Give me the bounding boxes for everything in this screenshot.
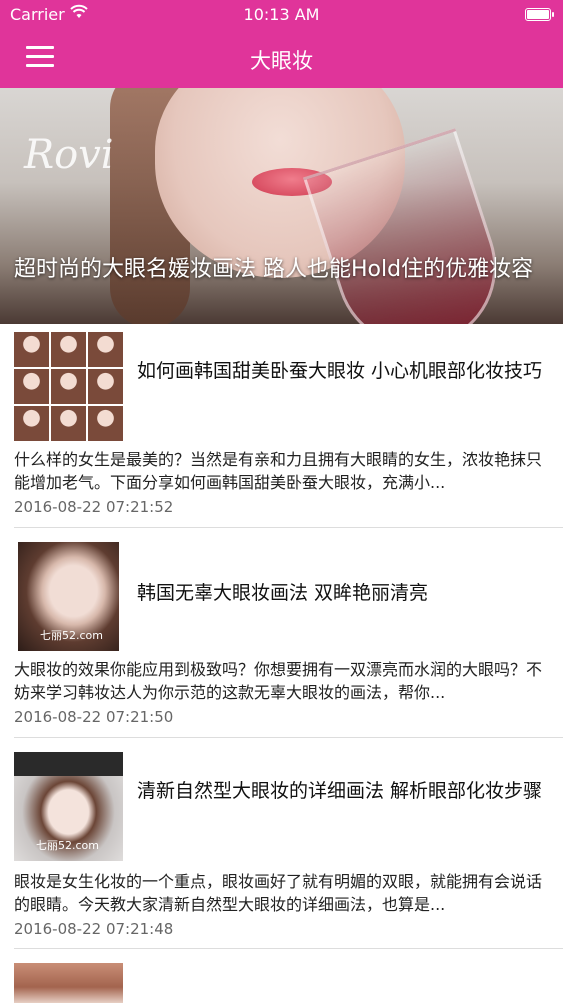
article-summary: 眼妆是女生化妆的一个重点，眼妆画好了就有明媚的双眼，就能拥有会说话的眼睛。今天教… <box>14 872 543 914</box>
list-item[interactable]: 七丽52.com 清新自然型大眼妆的详细画法 解析眼部化妆步骤 眼妆是女生化妆的… <box>0 738 563 949</box>
thumbnail-watermark: 七丽52.com <box>40 629 103 642</box>
battery-icon <box>525 8 554 21</box>
list-item[interactable]: 七丽52.com 韩国无辜大眼妆画法 双眸艳丽清亮 大眼妆的效果你能应用到极致吗… <box>0 528 563 738</box>
article-thumbnail <box>14 963 123 1003</box>
list-item[interactable] <box>0 949 563 1003</box>
nav-bar: 大眼妆 <box>0 30 563 88</box>
status-time: 10:13 AM <box>243 5 320 24</box>
list-item[interactable]: 如何画韩国甜美卧蚕大眼妆 小心机眼部化妆技巧 什么样的女生是最美的？当然是有亲和… <box>0 324 563 528</box>
article-summary: 大眼妆的效果你能应用到极致吗？你想要拥有一双漂亮而水润的大眼吗？不妨来学习韩妆达… <box>14 660 543 702</box>
article-date: 2016-08-22 07:21:50 <box>14 708 174 726</box>
article-date: 2016-08-22 07:21:48 <box>14 920 174 938</box>
hero-banner[interactable]: Rovi 超时尚的大眼名媛妆画法 路人也能Hold住的优雅妆容 <box>0 88 563 324</box>
article-title[interactable]: 如何画韩国甜美卧蚕大眼妆 小心机眼部化妆技巧 <box>137 358 552 385</box>
article-title[interactable]: 韩国无辜大眼妆画法 双眸艳丽清亮 <box>137 580 552 607</box>
article-thumbnail: 七丽52.com <box>18 542 119 651</box>
hero-caption[interactable]: 超时尚的大眼名媛妆画法 路人也能Hold住的优雅妆容 <box>14 256 554 284</box>
article-date: 2016-08-22 07:21:52 <box>14 498 174 516</box>
article-summary: 什么样的女生是最美的？当然是有亲和力且拥有大眼睛的女生，浓妆艳抹只能增加老气。下… <box>14 450 543 492</box>
article-thumbnail: 七丽52.com <box>14 752 123 861</box>
status-bar: Carrier 10:13 AM <box>0 0 563 30</box>
article-thumbnail <box>14 332 123 441</box>
hero-logo: Rovi <box>24 132 114 178</box>
thumbnail-watermark: 七丽52.com <box>36 839 99 852</box>
article-title[interactable]: 清新自然型大眼妆的详细画法 解析眼部化妆步骤 <box>137 778 552 805</box>
page-title: 大眼妆 <box>250 49 313 73</box>
